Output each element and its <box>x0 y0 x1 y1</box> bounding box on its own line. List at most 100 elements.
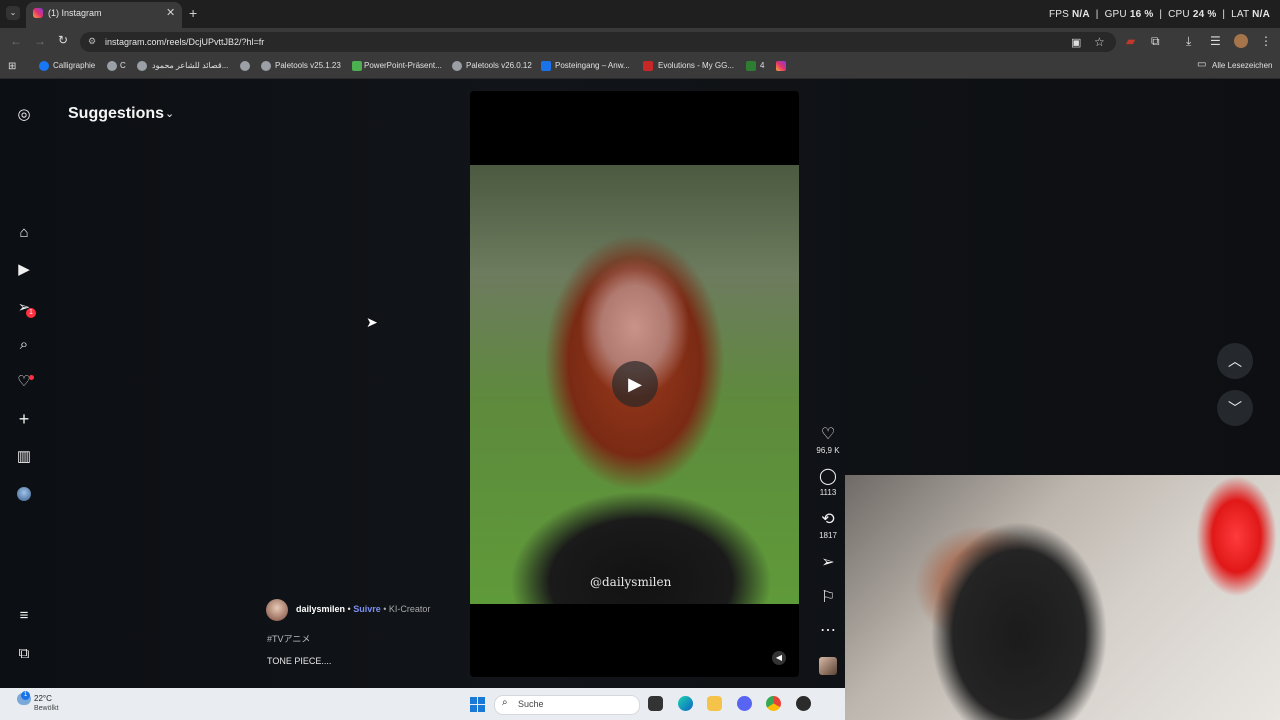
instagram-logo-icon[interactable]: ◎ <box>15 106 33 124</box>
sheet-icon <box>352 61 362 71</box>
mouse-cursor-icon: ➤ <box>366 314 378 330</box>
instagram-bookmark-icon[interactable] <box>776 61 786 71</box>
globe-icon <box>240 61 250 71</box>
profile-avatar-icon[interactable] <box>17 487 31 501</box>
more-options-icon[interactable]: ⋯ <box>818 620 838 640</box>
globe-icon <box>452 61 462 71</box>
taskbar-search-placeholder: Suche <box>518 699 544 709</box>
cpu-label: CPU <box>1168 9 1190 20</box>
suggestions-title[interactable]: Suggestions <box>68 105 164 123</box>
more-apps-icon[interactable]: ⧉ <box>15 645 33 663</box>
comment-count: 1113 <box>819 488 837 497</box>
tab-close-icon[interactable]: ✕ <box>166 6 175 19</box>
instagram-favicon-icon <box>33 8 43 18</box>
mail-icon <box>541 61 551 71</box>
app-icon[interactable] <box>796 696 811 711</box>
search-icon[interactable]: ⌕ <box>15 336 33 354</box>
creator-label: KI-Creator <box>388 604 431 614</box>
site-info-icon[interactable]: ⚙ <box>88 36 96 47</box>
repost-icon[interactable]: ⟲ <box>818 509 838 529</box>
notification-badge: 1 <box>26 308 36 318</box>
globe-icon <box>107 61 117 71</box>
globe-icon <box>261 61 271 71</box>
bookmark-4[interactable]: 4 <box>760 61 764 70</box>
bookmark-evolutions[interactable]: Evolutions - My GG... <box>658 61 734 70</box>
search-icon: ⌕ <box>502 697 508 708</box>
menu-kebab-icon[interactable]: ⋮ <box>1260 34 1272 48</box>
reels-icon[interactable]: ▶ <box>15 261 33 279</box>
reel-hashtag[interactable]: #TVアニメ <box>267 632 310 645</box>
video-watermark: @dailysmilen <box>590 575 672 589</box>
reel-caption: TONE PIECE.... <box>267 656 332 666</box>
tab-title: (1) Instagram <box>48 8 102 18</box>
forward-arrow-icon[interactable]: → <box>34 34 46 48</box>
new-tab-button[interactable]: + <box>189 5 197 21</box>
dashboard-icon[interactable]: ▥ <box>15 448 33 466</box>
lat-value: N/A <box>1252 9 1270 20</box>
menu-icon[interactable]: ≡ <box>15 607 33 625</box>
follow-button[interactable]: Suivre <box>353 604 381 614</box>
extensions-puzzle-icon[interactable]: ⧉ <box>1151 34 1160 49</box>
file-explorer-icon[interactable] <box>707 696 722 711</box>
weather-description: Bewölkt <box>34 705 59 712</box>
webcam-overlay <box>845 475 1280 720</box>
windows-start-icon[interactable] <box>470 697 485 712</box>
next-reel-chevron-down-icon[interactable]: ﹀ <box>1217 390 1253 426</box>
taskbar-search-input[interactable] <box>494 695 640 715</box>
bookmark-paletools-26[interactable]: Paletools v26.0.12 <box>466 61 532 70</box>
profile-avatar[interactable] <box>1234 34 1248 48</box>
back-arrow-icon[interactable]: ← <box>10 34 22 48</box>
activity-dot <box>29 375 34 380</box>
gpu-value: 16 % <box>1129 9 1154 20</box>
weather-temperature[interactable]: 22°C <box>34 694 52 703</box>
share-icon[interactable]: ➢ <box>818 552 838 572</box>
tab-list-button[interactable]: ⌄ <box>6 6 20 20</box>
folder-icon: ▭ <box>1197 59 1207 70</box>
globe-icon <box>137 61 147 71</box>
play-icon[interactable]: ▶ <box>612 361 658 407</box>
volume-icon[interactable]: ◀ <box>772 651 786 665</box>
comment-icon[interactable]: ◯ <box>818 466 838 486</box>
fps-label: FPS <box>1048 9 1070 20</box>
audio-thumbnail[interactable] <box>819 657 837 675</box>
create-plus-icon[interactable]: + <box>15 410 33 428</box>
gpu-label: GPU <box>1104 9 1127 20</box>
bookmark-paletools-25[interactable]: Paletools v25.1.23 <box>275 61 341 70</box>
reload-icon[interactable]: ↻ <box>58 33 68 47</box>
chevron-down-icon[interactable]: ⌄ <box>165 107 174 120</box>
previous-reel-chevron-up-icon[interactable]: ︿ <box>1217 343 1253 379</box>
separator: • <box>345 604 354 614</box>
bookmark-posteingang[interactable]: Posteingang – Anw... <box>555 61 630 70</box>
facebook-icon <box>39 61 49 71</box>
download-icon[interactable]: ⤓ <box>1186 34 1191 49</box>
save-bookmark-icon[interactable]: ⚐ <box>818 587 838 607</box>
bookmark-arabic-poems[interactable]: قصائد للشاعر محمود... <box>152 61 228 70</box>
cpu-value: 24 % <box>1192 9 1217 20</box>
media-controls-icon[interactable]: ☰ <box>1210 34 1221 48</box>
home-icon[interactable]: ⌂ <box>15 224 33 242</box>
bookmark-star-icon[interactable]: ☆ <box>1094 35 1105 49</box>
bookmark-calligraphie[interactable]: Calligraphie <box>53 61 95 70</box>
task-view-icon[interactable] <box>648 696 663 711</box>
install-app-icon[interactable]: ▣ <box>1071 36 1081 49</box>
fps-value: N/A <box>1072 9 1090 20</box>
extension-icon[interactable]: ▰ <box>1126 34 1135 48</box>
weather-badge: 1 <box>21 691 30 700</box>
bolt-icon <box>746 61 756 71</box>
like-heart-icon[interactable]: ♡ <box>818 424 838 444</box>
discord-icon[interactable] <box>737 696 752 711</box>
author-name[interactable]: dailysmilen <box>296 604 345 614</box>
url-text[interactable]: instagram.com/reels/DcjUPvttJB2/?hl=fr <box>105 37 264 47</box>
all-bookmarks[interactable]: Alle Lesezeichen <box>1212 61 1272 70</box>
apps-grid-icon[interactable]: ⊞ <box>8 61 16 72</box>
author-line: dailysmilen • Suivre • KI-Creator <box>296 604 430 614</box>
repost-count: 1817 <box>819 531 837 540</box>
bookmark-powerpoint[interactable]: PowerPoint-Präsent... <box>364 61 442 70</box>
chrome-icon[interactable] <box>766 696 781 711</box>
bookmark-c[interactable]: C <box>120 61 126 70</box>
lat-label: LAT <box>1231 9 1250 20</box>
edge-icon[interactable] <box>678 696 693 711</box>
game-icon <box>643 61 653 71</box>
performance-overlay: FPS N/A | GPU 16 % | CPU 24 % | LAT N/A <box>1048 9 1270 20</box>
author-avatar[interactable] <box>266 599 288 621</box>
